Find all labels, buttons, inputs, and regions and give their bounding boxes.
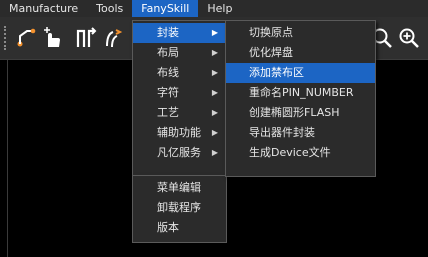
menu-item-label: 布局 (157, 46, 179, 59)
toolbar-grip-handle[interactable] (4, 26, 7, 50)
menu-item-label: 封装 (157, 26, 179, 39)
route-icon[interactable] (14, 25, 38, 51)
menu-item-label: 字符 (157, 86, 179, 99)
submenu-item-switch-origin[interactable]: 切换原点 (226, 23, 375, 43)
menu-item-text[interactable]: 字符 ▶ (133, 83, 226, 103)
submenu-arrow-icon: ▶ (211, 148, 218, 157)
diff-pair-icon[interactable] (104, 25, 128, 51)
pointer-hand-icon[interactable] (40, 25, 64, 51)
submenu-arrow-icon: ▶ (211, 68, 218, 77)
menu-bar: Manufacture Tools FanySkill Help (0, 0, 428, 17)
menu-fanyskill[interactable]: FanySkill (132, 0, 199, 17)
submenu-arrow-icon: ▶ (211, 128, 218, 137)
menu-item-aux-functions[interactable]: 辅助功能 ▶ (133, 123, 226, 143)
fanyskill-extra-menu: 菜单编辑 卸载程序 版本 (132, 175, 227, 243)
menu-item-menu-edit[interactable]: 菜单编辑 (133, 178, 226, 198)
menu-help[interactable]: Help (198, 0, 241, 17)
fanyskill-menu: 封装 ▶ 布局 ▶ 布线 ▶ 字符 ▶ 工艺 ▶ 辅助功能 ▶ 凡亿服务 ▶ (132, 20, 227, 177)
submenu-item-optimize-pads[interactable]: 优化焊盘 (226, 43, 375, 63)
menu-item-process[interactable]: 工艺 ▶ (133, 103, 226, 123)
menu-item-label: 凡亿服务 (157, 146, 201, 159)
zoom-in-icon[interactable] (397, 25, 421, 51)
canvas-guide-line (7, 60, 8, 257)
submenu-item-add-keepout[interactable]: 添加禁布区 (226, 63, 375, 83)
submenu-item-export-footprint[interactable]: 导出器件封装 (226, 123, 375, 143)
bus-icon[interactable] (74, 25, 98, 51)
submenu-arrow-icon: ▶ (211, 88, 218, 97)
submenu-arrow-icon: ▶ (211, 48, 218, 57)
submenu-arrow-icon: ▶ (211, 108, 218, 117)
menu-tools[interactable]: Tools (87, 0, 132, 17)
menu-item-label: 工艺 (157, 106, 179, 119)
menu-item-version[interactable]: 版本 (133, 218, 226, 238)
submenu-item-generate-device-file[interactable]: 生成Device文件 (226, 143, 375, 163)
menu-item-label: 布线 (157, 66, 179, 79)
footprint-submenu: 切换原点 优化焊盘 添加禁布区 重命名PIN_NUMBER 创建椭圆形FLASH… (225, 20, 376, 177)
menu-manufacture[interactable]: Manufacture (0, 0, 87, 17)
menu-item-label: 辅助功能 (157, 126, 201, 139)
submenu-item-rename-pin-number[interactable]: 重命名PIN_NUMBER (226, 83, 375, 103)
submenu-item-create-oval-flash[interactable]: 创建椭圆形FLASH (226, 103, 375, 123)
menu-item-placement[interactable]: 布局 ▶ (133, 43, 226, 63)
submenu-arrow-icon: ▶ (211, 28, 218, 37)
menu-item-fanyi-services[interactable]: 凡亿服务 ▶ (133, 143, 226, 163)
menu-item-uninstall[interactable]: 卸载程序 (133, 198, 226, 218)
menu-item-routing[interactable]: 布线 ▶ (133, 63, 226, 83)
menu-item-footprint[interactable]: 封装 ▶ (133, 23, 226, 43)
